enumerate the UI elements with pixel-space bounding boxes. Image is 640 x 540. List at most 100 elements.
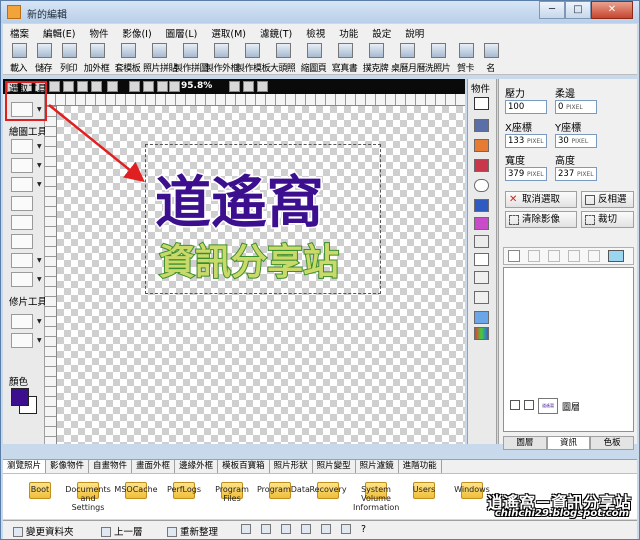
menu-edit[interactable]: 編輯(E) [36,24,82,40]
shape-icon[interactable] [11,272,33,287]
dropdown-arrow-icon[interactable]: ▼ [37,181,42,188]
calendar-button[interactable]: 桌曆月曆 [391,40,426,75]
maximize-button[interactable]: □ [565,1,591,19]
minimize-button[interactable]: ─ [539,1,565,19]
refresh-button[interactable]: 重新整理 [167,524,218,538]
layer-name[interactable]: 圖層 [562,400,580,413]
print-photo-button[interactable]: 洗照片 [422,40,453,75]
menu-object[interactable]: 物件 [82,24,115,40]
name-card-button[interactable]: 名 [478,40,503,75]
hand-icon[interactable] [157,81,168,92]
folder-item[interactable]: Boot [17,474,63,519]
tab-swatches[interactable]: 色板 [590,436,635,450]
frame-view-icon[interactable] [91,81,102,92]
tab-photo-filters[interactable]: 照片濾鏡 [356,460,399,473]
dropdown-arrow-icon[interactable]: ▼ [37,276,42,283]
brush-icon[interactable] [11,158,33,173]
change-folder-button[interactable]: 變更資料夾 [13,524,74,538]
zoom-in-icon[interactable] [129,81,140,92]
tab-layers[interactable]: 圖層 [503,436,547,450]
large-view-icon[interactable] [301,524,314,535]
edit-icon[interactable] [524,400,534,410]
effect-icon[interactable] [474,199,489,212]
print-button[interactable]: 列印 [56,40,81,75]
menu-help[interactable]: 說明 [398,24,431,40]
opacity-field[interactable]: 100 [505,100,547,114]
tab-screen-frames[interactable]: 畫面外框 [132,460,176,473]
image-canvas[interactable]: 道遙窩 資訊分享站 [57,106,465,444]
foreground-color-swatch[interactable] [11,388,29,406]
dropdown-arrow-icon[interactable]: ▼ [37,162,42,169]
folder-item[interactable]: ProgramData [257,474,310,519]
folder-item[interactable]: Program Files [209,474,255,519]
retouch-brush-icon[interactable] [11,333,33,348]
speech-bubble-icon[interactable] [474,253,489,266]
make-template-button[interactable]: 製作模板 [236,40,271,75]
menu-select[interactable]: 選取(M) [204,24,253,40]
menu-layer[interactable]: 圖層(L) [159,24,205,40]
filter-icon[interactable] [341,524,354,535]
move-down-icon[interactable] [588,250,600,262]
merge-icon[interactable] [608,250,624,262]
eye-icon[interactable] [510,400,520,410]
list-view-icon[interactable] [261,524,274,535]
pointer-icon[interactable] [229,81,240,92]
detail-view-icon[interactable] [281,524,294,535]
folder-item[interactable]: Recovery [305,474,351,519]
menu-image[interactable]: 影像(I) [115,24,158,40]
grid-icon[interactable] [49,81,60,92]
load-button[interactable]: 載入 [6,40,31,75]
crop-button[interactable]: 裁切 [581,211,634,228]
make-frame-button[interactable]: 製作外框 [205,40,240,75]
tab-photo-warp[interactable]: 照片變型 [313,460,356,473]
help-button[interactable]: ? [361,524,366,535]
rotate-icon[interactable] [169,81,180,92]
eraser-icon[interactable] [11,253,33,268]
menu-file[interactable]: 檔案 [3,24,36,40]
tab-edge-frames[interactable]: 邊緣外框 [175,460,219,473]
close-button[interactable]: ✕ [591,1,633,19]
photo-book-button[interactable]: 寫真書 [329,40,360,75]
star-icon[interactable] [474,311,489,324]
move-up-icon[interactable] [568,250,580,262]
folder-item[interactable]: MSOCache [113,474,159,519]
dropdown-arrow-icon[interactable]: ▼ [37,143,42,150]
width-field[interactable]: 379 PIXEL [505,167,547,181]
new-layer-icon[interactable] [508,250,520,262]
image-object-icon[interactable] [474,119,489,132]
tab-template-box[interactable]: 模板百寶箱 [218,460,270,473]
palette-icon[interactable] [474,327,489,340]
fill-icon[interactable] [11,215,33,230]
menu-view[interactable]: 檢視 [299,24,332,40]
layer-thumbnail[interactable]: 道遙窩 [538,398,558,414]
poker-card-button[interactable]: 撲克牌 [360,40,391,75]
dropdown-arrow-icon[interactable]: ▼ [37,337,42,344]
vector-icon[interactable] [63,81,74,92]
photo-collage-button[interactable]: 照片拼貼 [143,40,178,75]
tab-photo-shapes[interactable]: 照片形狀 [270,460,313,473]
tab-advanced[interactable]: 進階功能 [399,460,442,473]
height-field[interactable]: 237 PIXEL [555,167,597,181]
arrow-right-icon[interactable] [474,271,489,284]
tab-drawn-objects[interactable]: 自畫物件 [89,460,133,473]
pencil-icon[interactable] [11,139,33,154]
frame-object-icon[interactable] [474,139,489,152]
sort-icon[interactable] [321,524,334,535]
shape-object-icon[interactable] [474,159,489,172]
color-pick-icon[interactable] [257,81,268,92]
calendar-object-icon[interactable] [474,235,489,248]
thumbnail-page-button[interactable]: 縮圖頁 [298,40,329,75]
grid-view-icon[interactable] [241,524,254,535]
circle-icon[interactable] [474,179,489,192]
feather-field[interactable]: 0 PIXEL [555,100,597,114]
zoom-out-icon[interactable] [143,81,154,92]
invert-select-button[interactable]: 反相選 [581,191,634,208]
arrow-icon[interactable] [474,291,489,304]
delete-layer-icon[interactable] [528,250,540,262]
dropdown-arrow-icon[interactable]: ▼ [37,318,42,325]
clear-image-button[interactable]: 清除影像 [505,211,577,228]
lasso-icon[interactable] [243,81,254,92]
stamp-icon[interactable] [11,196,33,211]
pen-icon[interactable] [11,177,33,192]
folder-item[interactable]: System Volume Information [353,474,399,519]
